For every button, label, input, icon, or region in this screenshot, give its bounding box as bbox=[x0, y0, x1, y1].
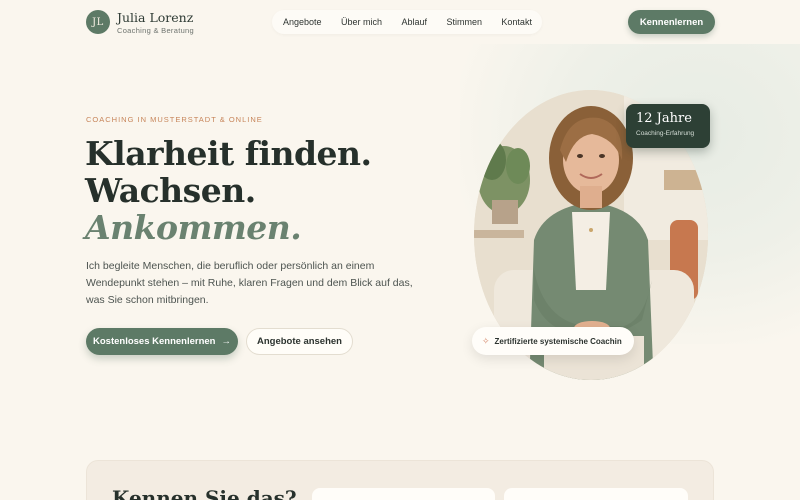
logo-mark[interactable]: JL bbox=[86, 10, 110, 34]
hero-eyebrow: COACHING IN MUSTERSTADT & ONLINE bbox=[86, 115, 263, 124]
view-offers-button[interactable]: Angebote ansehen bbox=[246, 328, 353, 355]
hero-title-line3: Ankommen. bbox=[85, 208, 302, 247]
arrow-right-icon: → bbox=[221, 336, 231, 347]
nav-item-angebote[interactable]: Angebote bbox=[283, 17, 322, 27]
hero-title-line1: Klarheit finden. bbox=[85, 134, 372, 173]
header-cta-button[interactable]: Kennenlernen bbox=[628, 10, 715, 34]
nav-item-ablauf[interactable]: Ablauf bbox=[401, 17, 427, 27]
main-nav: Angebote Über mich Ablauf Stimmen Kontak… bbox=[272, 10, 542, 34]
problems-section-title: Kennen Sie das? bbox=[112, 486, 297, 500]
hero-lead-text: Ich begleite Menschen, die beruflich ode… bbox=[86, 260, 413, 306]
experience-label: Coaching-Erfahrung bbox=[636, 130, 695, 137]
nav-item-ueber-mich[interactable]: Über mich bbox=[341, 17, 382, 27]
experience-badge: 12 Jahre Coaching-Erfahrung bbox=[626, 104, 710, 148]
nav-item-stimmen[interactable]: Stimmen bbox=[446, 17, 482, 27]
site-header: JL Julia Lorenz Coaching & Beratung Ange… bbox=[0, 0, 800, 44]
brand-tagline: Coaching & Beratung bbox=[117, 26, 194, 35]
experience-years: 12 Jahre bbox=[636, 111, 692, 126]
problem-card bbox=[504, 488, 688, 500]
hero-title: Klarheit finden. Wachsen. Ankommen. bbox=[85, 135, 372, 246]
sparkle-icon: ✧ bbox=[482, 335, 490, 346]
certification-badge: ✧ Zertifizierte systemische Coachin bbox=[472, 327, 634, 355]
hero-title-line2: Wachsen. bbox=[85, 171, 256, 210]
problem-card bbox=[312, 488, 495, 500]
free-intro-call-button[interactable]: Kostenloses Kennenlernen → bbox=[86, 328, 238, 355]
nav-item-kontakt[interactable]: Kontakt bbox=[501, 17, 532, 27]
free-intro-call-label: Kostenloses Kennenlernen bbox=[93, 336, 216, 347]
brand-name[interactable]: Julia Lorenz bbox=[117, 10, 193, 25]
certification-label: Zertifizierte systemische Coachin bbox=[494, 336, 622, 346]
